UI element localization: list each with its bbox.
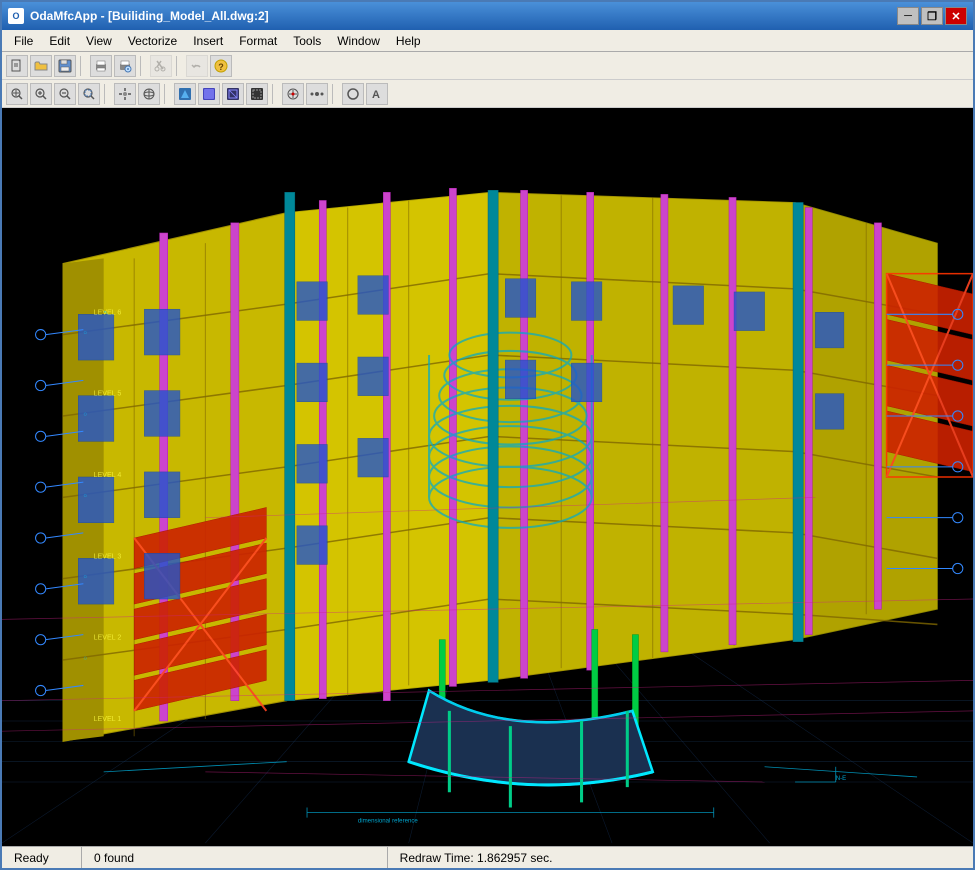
svg-text:LEVEL 6: LEVEL 6 <box>94 308 122 316</box>
menu-format[interactable]: Format <box>231 32 285 50</box>
toolbar1-sep1 <box>80 56 86 76</box>
title-text: OdaMfcApp - [Builiding_Model_All.dwg:2] <box>30 9 897 23</box>
wireframe-button[interactable] <box>222 83 244 105</box>
window-controls: ─ ❐ ✕ <box>897 7 967 25</box>
toolbar1: ? <box>2 52 973 80</box>
viewport[interactable]: dimensional reference N-E ↖ ○ ○ ○ ○ ○ <box>2 108 973 846</box>
menu-view[interactable]: View <box>78 32 120 50</box>
redraw-text: Redraw Time: 1.862957 sec. <box>400 851 553 865</box>
toolbar1-sep3 <box>176 56 182 76</box>
render-mode-button[interactable] <box>174 83 196 105</box>
snap-button[interactable] <box>282 83 304 105</box>
menu-bar: File Edit View Vectorize Insert Format T… <box>2 30 973 52</box>
toolbar1-sep2 <box>140 56 146 76</box>
svg-text:○: ○ <box>83 655 87 662</box>
status-redraw-section: Redraw Time: 1.862957 sec. <box>388 847 973 868</box>
point-button[interactable] <box>306 83 328 105</box>
cut-button[interactable] <box>150 55 172 77</box>
new-button[interactable] <box>6 55 28 77</box>
title-bar: O OdaMfcApp - [Builiding_Model_All.dwg:2… <box>2 2 973 30</box>
svg-text:LEVEL 2: LEVEL 2 <box>94 634 122 642</box>
menu-file[interactable]: File <box>6 32 41 50</box>
help-button[interactable]: ? <box>210 55 232 77</box>
svg-text:LEVEL 4: LEVEL 4 <box>94 471 122 479</box>
zoom-out-button[interactable] <box>54 83 76 105</box>
menu-vectorize[interactable]: Vectorize <box>120 32 185 50</box>
svg-text:○: ○ <box>83 411 87 418</box>
ready-text: Ready <box>14 851 49 865</box>
zoom-window-button[interactable] <box>78 83 100 105</box>
toolbar2-sep2 <box>164 84 170 104</box>
svg-text:dimensional reference: dimensional reference <box>358 818 419 825</box>
open-button[interactable] <box>30 55 52 77</box>
svg-text:LEVEL 3: LEVEL 3 <box>94 552 122 560</box>
print-button[interactable] <box>90 55 112 77</box>
toolbar2: A <box>2 80 973 108</box>
menu-window[interactable]: Window <box>329 32 388 50</box>
text-tool-button[interactable]: A <box>366 83 388 105</box>
print-preview-button[interactable] <box>114 55 136 77</box>
undo-button[interactable] <box>186 55 208 77</box>
rotate-button[interactable] <box>138 83 160 105</box>
found-text: 0 found <box>94 851 134 865</box>
hidden-line-button[interactable] <box>246 83 268 105</box>
shaded-button[interactable] <box>198 83 220 105</box>
zoom-extents-button[interactable] <box>6 83 28 105</box>
status-bar: Ready 0 found Redraw Time: 1.862957 sec. <box>2 846 973 868</box>
menu-edit[interactable]: Edit <box>41 32 78 50</box>
menu-tools[interactable]: Tools <box>285 32 329 50</box>
save-button[interactable] <box>54 55 76 77</box>
status-found-section: 0 found <box>82 847 388 868</box>
pan-button[interactable] <box>114 83 136 105</box>
menu-insert[interactable]: Insert <box>185 32 231 50</box>
toolbar2-sep1 <box>104 84 110 104</box>
svg-text:○: ○ <box>83 492 87 499</box>
svg-text:○: ○ <box>83 330 87 337</box>
svg-text:?: ? <box>218 62 224 72</box>
svg-text:LEVEL 5: LEVEL 5 <box>94 390 122 398</box>
svg-text:A: A <box>372 89 380 101</box>
svg-text:N-E: N-E <box>836 775 847 782</box>
svg-text:LEVEL 1: LEVEL 1 <box>94 715 122 723</box>
menu-help[interactable]: Help <box>388 32 429 50</box>
status-ready-section: Ready <box>2 847 82 868</box>
app-window: O OdaMfcApp - [Builiding_Model_All.dwg:2… <box>0 0 975 870</box>
model-canvas: dimensional reference N-E ↖ ○ ○ ○ ○ ○ <box>2 108 973 846</box>
zoom-in-button[interactable] <box>30 83 52 105</box>
svg-text:○: ○ <box>83 574 87 581</box>
minimize-button[interactable]: ─ <box>897 7 919 25</box>
restore-button[interactable]: ❐ <box>921 7 943 25</box>
toolbar2-sep3 <box>272 84 278 104</box>
circle-tool-button[interactable] <box>342 83 364 105</box>
close-button[interactable]: ✕ <box>945 7 967 25</box>
app-icon: O <box>8 8 24 24</box>
toolbar2-sep4 <box>332 84 338 104</box>
